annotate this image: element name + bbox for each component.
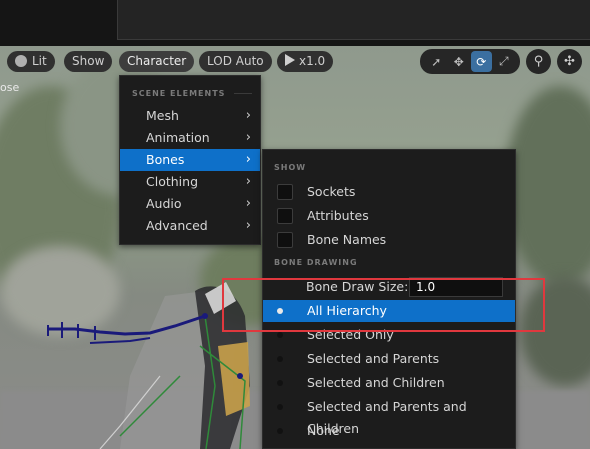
chevron-right-icon: › bbox=[245, 218, 251, 233]
camera-mode-icon[interactable]: ⚲ bbox=[526, 49, 551, 74]
menu-item-animation[interactable]: Animation › bbox=[120, 127, 260, 149]
option-label: Attributes bbox=[307, 208, 369, 223]
show-button[interactable]: Show bbox=[64, 51, 113, 72]
chevron-right-icon: › bbox=[245, 174, 251, 189]
radio-icon bbox=[277, 356, 283, 362]
radio-icon bbox=[277, 332, 283, 338]
snap-settings-icon[interactable]: ✣ bbox=[557, 49, 582, 74]
radio-icon bbox=[277, 380, 283, 386]
lit-sphere-icon bbox=[15, 55, 27, 67]
menu-item-audio[interactable]: Audio › bbox=[120, 193, 260, 215]
chevron-right-icon: › bbox=[245, 152, 251, 167]
top-panel bbox=[117, 0, 590, 40]
lit-label: Lit bbox=[32, 54, 47, 68]
menu-item-clothing[interactable]: Clothing › bbox=[120, 171, 260, 193]
select-icon[interactable]: ➚ bbox=[426, 51, 447, 72]
character-label: Character bbox=[127, 54, 187, 68]
hierarchy-option-selected-parents[interactable]: Selected and Parents bbox=[263, 348, 515, 370]
option-label: Selected and Children bbox=[307, 375, 445, 390]
transform-tools: ➚ ✥ ⟳ ⤢ bbox=[420, 49, 520, 74]
menu-item-label: Audio bbox=[146, 196, 182, 211]
section-divider bbox=[234, 93, 252, 94]
show-section-header: SHOW bbox=[274, 163, 307, 172]
bone-drawing-section-header: BONE DRAWING bbox=[274, 258, 358, 267]
radio-icon bbox=[277, 428, 283, 434]
scene-elements-header: SCENE ELEMENTS bbox=[132, 89, 226, 98]
character-button[interactable]: Character bbox=[119, 51, 195, 72]
viewport-label: ose bbox=[0, 81, 20, 94]
menu-item-bones[interactable]: Bones › bbox=[120, 149, 260, 171]
move-icon[interactable]: ✥ bbox=[449, 51, 470, 72]
menu-item-label: Clothing bbox=[146, 174, 199, 189]
menu-item-mesh[interactable]: Mesh › bbox=[120, 105, 260, 127]
option-label: Bone Names bbox=[307, 232, 387, 247]
chevron-right-icon: › bbox=[245, 196, 251, 211]
show-label: Show bbox=[72, 54, 105, 68]
menu-item-label: Advanced bbox=[146, 218, 208, 233]
playback-speed-label: x1.0 bbox=[299, 54, 326, 68]
menu-item-advanced[interactable]: Advanced › bbox=[120, 215, 260, 237]
lit-button[interactable]: Lit bbox=[7, 51, 55, 72]
editor-top-bar bbox=[0, 0, 590, 46]
character-menu: SCENE ELEMENTS Mesh › Animation › Bones … bbox=[119, 75, 261, 245]
hierarchy-option-none[interactable]: None bbox=[263, 420, 515, 442]
chevron-right-icon: › bbox=[245, 108, 251, 123]
play-icon bbox=[285, 54, 295, 66]
radio-icon bbox=[277, 404, 283, 410]
rotate-icon[interactable]: ⟳ bbox=[471, 51, 492, 72]
show-attributes-option[interactable]: Attributes bbox=[263, 205, 515, 227]
attributes-checkbox[interactable] bbox=[277, 208, 293, 224]
scale-icon[interactable]: ⤢ bbox=[494, 51, 515, 72]
menu-item-label: Mesh bbox=[146, 108, 179, 123]
option-label: Sockets bbox=[307, 184, 356, 199]
chevron-right-icon: › bbox=[245, 130, 251, 145]
option-label: Selected and Parents bbox=[307, 351, 440, 366]
hierarchy-option-selected-children[interactable]: Selected and Children bbox=[263, 372, 515, 394]
menu-item-label: Animation bbox=[146, 130, 210, 145]
bone-names-checkbox[interactable] bbox=[277, 232, 293, 248]
sockets-checkbox[interactable] bbox=[277, 184, 293, 200]
menu-item-label: Bones bbox=[146, 152, 185, 167]
show-bone-names-option[interactable]: Bone Names bbox=[263, 229, 515, 251]
playback-speed-button[interactable]: x1.0 bbox=[277, 51, 334, 72]
lod-label: LOD Auto bbox=[207, 54, 264, 68]
option-label: None bbox=[307, 423, 340, 438]
lod-button[interactable]: LOD Auto bbox=[199, 51, 272, 72]
show-sockets-option[interactable]: Sockets bbox=[263, 181, 515, 203]
hierarchy-option-selected-parents-children[interactable]: Selected and Parents and Children bbox=[263, 396, 515, 436]
annotation-highlight-box bbox=[222, 278, 545, 332]
